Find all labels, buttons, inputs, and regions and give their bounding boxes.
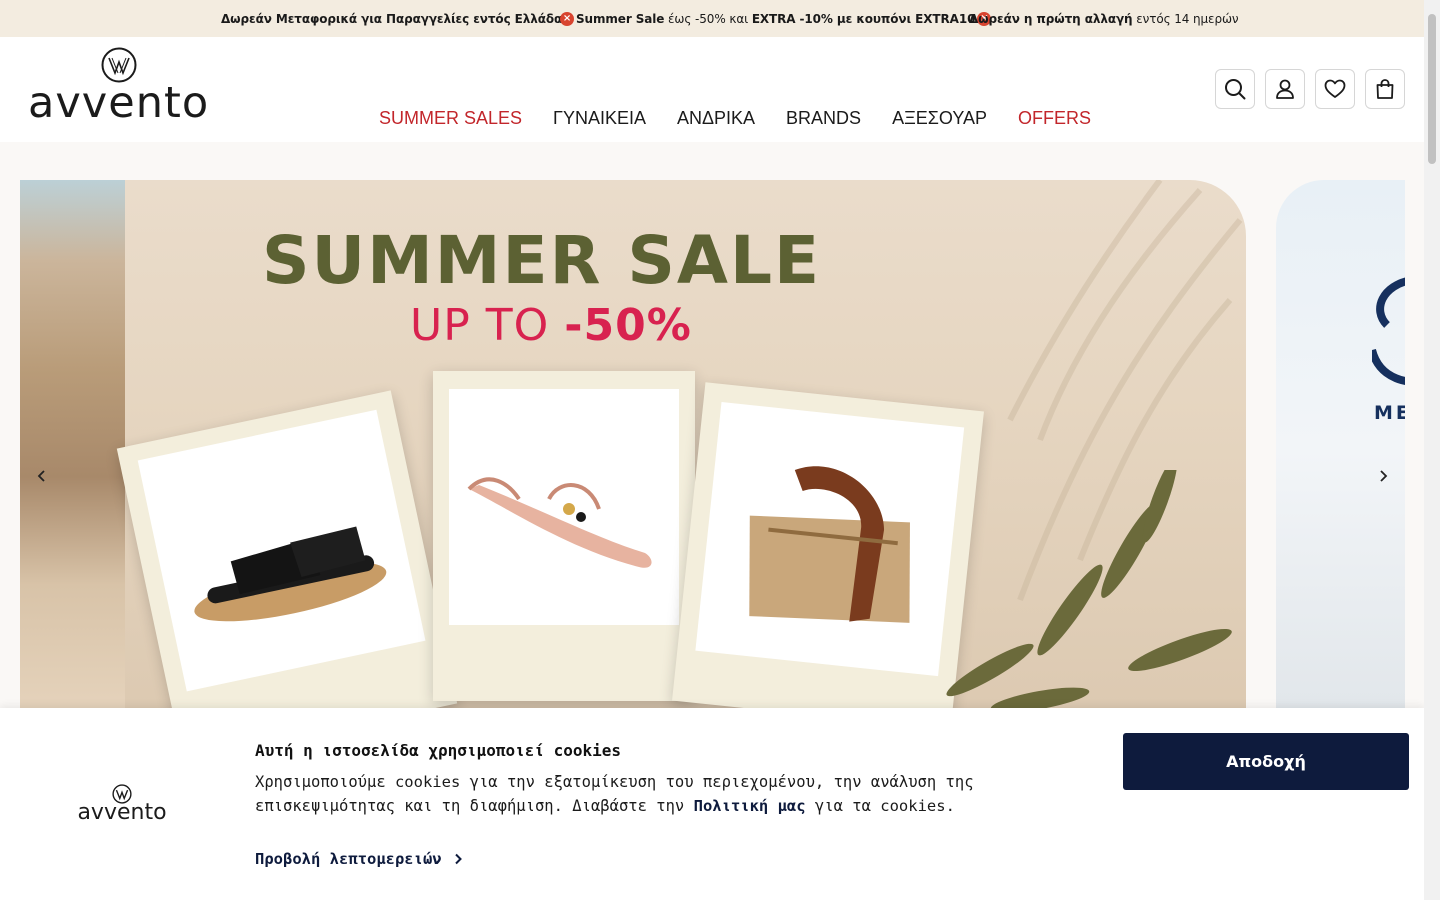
slide-sandal-image: [194, 526, 387, 622]
cookie-description: Χρησιμοποιούμε cookies για την εξατομίκε…: [255, 770, 1105, 818]
olive-branch-image: [946, 470, 1232, 713]
cookie-title: Αυτή η ιστοσελίδα χρησιμοποιεί cookies: [255, 741, 622, 760]
scrollbar-thumb[interactable]: [1428, 14, 1436, 164]
hero-slide-summer-sale[interactable]: SUMMER SALE UP TO -50%: [20, 180, 1246, 720]
cookie-accept-button[interactable]: Αποδοχή: [1123, 733, 1409, 790]
promo-free-shipping[interactable]: Δωρεάν Μεταφορικά για Παραγγελίες εντός …: [221, 0, 569, 37]
hero-slide-next[interactable]: ME: [1276, 180, 1405, 720]
product-photo: [137, 409, 426, 692]
chevron-right-icon: [1380, 470, 1388, 482]
hero-subtitle-value: -50%: [564, 300, 692, 351]
hero-subtitle: UP TO -50%: [410, 300, 692, 351]
main-nav: SUMMER SALES ΓΥΝΑΙΚΕΙΑ ΑΝΔΡΙΚΑ BRANDS ΑΞ…: [379, 108, 1122, 129]
user-icon: [1276, 79, 1294, 99]
hero-title: SUMMER SALE: [262, 222, 822, 299]
slide-flat-sandal-image: [467, 477, 652, 568]
next-slide-logo-icon: [1372, 277, 1405, 385]
logo-wordmark: avvento: [28, 78, 210, 128]
promo-sale-bold: Summer Sale: [576, 11, 665, 26]
chevron-left-icon: [37, 470, 45, 482]
chevron-right-icon: [454, 853, 462, 865]
cookie-details-label: Προβολή λεπτομερειών: [255, 850, 442, 868]
cart-button[interactable]: [1365, 69, 1405, 109]
promo-free-exchange[interactable]: Δωρεάν η πρώτη αλλαγή εντός 14 ημερών: [969, 0, 1239, 37]
product-photo: [695, 402, 965, 677]
nav-summer-sales[interactable]: SUMMER SALES: [379, 108, 522, 129]
nav-women[interactable]: ΓΥΝΑΙΚΕΙΑ: [553, 108, 646, 129]
polaroid-sandal: [116, 390, 458, 720]
rock-image: [20, 180, 125, 720]
slider-prev-button[interactable]: [32, 466, 52, 486]
site-logo[interactable]: avvento: [28, 47, 214, 125]
page-scrollbar[interactable]: [1424, 0, 1440, 900]
slider-next-button[interactable]: [1373, 466, 1393, 486]
cookie-logo: avvento: [72, 784, 172, 828]
nav-accessories[interactable]: ΑΞΕΣΟΥΑΡ: [892, 108, 987, 129]
nav-men[interactable]: ΑΝΔΡΙΚΑ: [677, 108, 755, 129]
slide-bag-image: [749, 466, 910, 623]
polaroid-flat-sandal: [433, 371, 695, 701]
nav-brands[interactable]: BRANDS: [786, 108, 861, 129]
next-slide-text: ME: [1374, 402, 1405, 424]
cookie-text-after: για τα cookies.: [805, 797, 955, 815]
site-header: avvento SUMMER SALES ΓΥΝΑΙΚΕΙΑ ΑΝΔΡΙΚΑ B…: [0, 37, 1424, 142]
search-icon: [1225, 79, 1246, 100]
cookie-details-link[interactable]: Προβολή λεπτομερειών: [255, 850, 462, 868]
nav-offers[interactable]: OFFERS: [1018, 108, 1091, 129]
cookie-banner: avvento Αυτή η ιστοσελίδα χρησιμοποιεί c…: [0, 708, 1424, 900]
account-button[interactable]: [1265, 69, 1305, 109]
promo-sale-coupon: EXTRA -10% με κουπόνι EXTRA10: [751, 11, 976, 26]
search-button[interactable]: [1215, 69, 1255, 109]
close-icon: ×: [560, 11, 574, 26]
promo-exchange-rest: εντός 14 ημερών: [1132, 11, 1239, 26]
heart-icon: [1324, 79, 1346, 98]
promo-exchange-bold: Δωρεάν η πρώτη αλλαγή: [969, 11, 1133, 26]
hero-subtitle-prefix: UP TO: [410, 300, 565, 351]
bag-icon: [1376, 79, 1394, 99]
promo-free-shipping-text: Δωρεάν Μεταφορικά για Παραγγελίες εντός …: [221, 11, 570, 26]
promo-summer-sale[interactable]: × Summer Sale έως -50% και EXTRA -10% με…: [558, 0, 993, 37]
promo-bar: Δωρεάν Μεταφορικά για Παραγγελίες εντός …: [0, 0, 1424, 37]
promo-sale-mid: έως -50% και: [664, 11, 752, 26]
cookie-logo-text: avvento: [77, 800, 167, 825]
wishlist-button[interactable]: [1315, 69, 1355, 109]
product-photo: [449, 389, 679, 625]
cookie-policy-link[interactable]: Πολιτική μας: [694, 797, 806, 815]
